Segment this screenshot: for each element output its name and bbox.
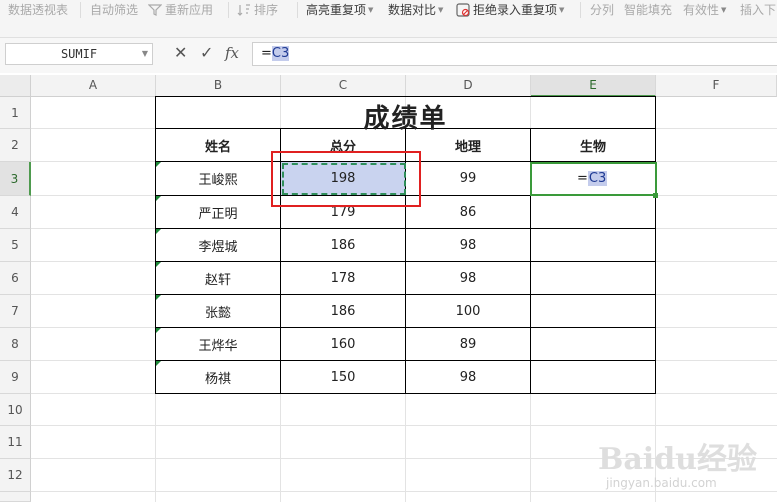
watermark: Baidu经验 jingyan.baidu.com: [598, 428, 774, 498]
ribbon-separator: [80, 2, 81, 18]
cell-total[interactable]: 178: [281, 262, 405, 294]
cell-name[interactable]: 赵轩: [156, 262, 280, 294]
row-header-6[interactable]: 6: [0, 262, 31, 295]
cell-total[interactable]: 160: [281, 328, 405, 360]
row-header-5[interactable]: 5: [0, 229, 31, 262]
confirm-icon[interactable]: ✓: [200, 44, 213, 62]
reject-duplicates-button[interactable]: 拒绝录入重复项 ▼: [456, 0, 564, 20]
chevron-down-icon[interactable]: ▼: [142, 44, 148, 64]
error-indicator-icon[interactable]: [156, 229, 161, 234]
row-header-12[interactable]: 12: [0, 459, 31, 492]
header-biology[interactable]: 生物: [531, 129, 655, 161]
validation-button[interactable]: 有效性 ▼: [683, 0, 726, 20]
cell-total[interactable]: 150: [281, 361, 405, 393]
row-header-3[interactable]: 3: [0, 162, 31, 196]
formula-bar: SUMIF ▼ ✕ ✓ fx =C3: [0, 38, 777, 73]
row-header-8[interactable]: 8: [0, 328, 31, 361]
formula-reference: C3: [271, 46, 290, 61]
cell-name[interactable]: 严正明: [156, 196, 280, 228]
error-indicator-icon[interactable]: [156, 162, 161, 167]
cell-name[interactable]: 李煜城: [156, 229, 280, 261]
cell-geography[interactable]: 86: [406, 196, 530, 228]
column-header-a[interactable]: A: [31, 75, 156, 97]
select-all-corner[interactable]: [0, 75, 31, 97]
row-header-11[interactable]: 11: [0, 426, 31, 459]
dropdown-arrow-icon: ▼: [559, 6, 565, 14]
ribbon-toolbar: 数据透视表 自动筛选 重新应用 排序 高亮重复项 ▼ 数据对比 ▼ 拒绝录入重复项 ▼…: [0, 0, 777, 38]
error-indicator-icon[interactable]: [156, 196, 161, 201]
dropdown-arrow-icon: ▼: [721, 6, 727, 14]
annotation-highlight-box: [271, 151, 421, 207]
cell-geography[interactable]: 98: [406, 361, 530, 393]
cell-name[interactable]: 张懿: [156, 295, 280, 327]
row-header-2[interactable]: 2: [0, 129, 31, 162]
error-indicator-icon[interactable]: [156, 361, 161, 366]
sort-button[interactable]: 排序: [237, 0, 278, 20]
table-border: [655, 96, 656, 394]
sheet-title[interactable]: 成绩单: [156, 97, 655, 134]
fill-handle[interactable]: [653, 193, 658, 198]
cell-geography[interactable]: 89: [406, 328, 530, 360]
column-header-d[interactable]: D: [406, 75, 531, 97]
name-box[interactable]: SUMIF ▼: [5, 43, 153, 65]
error-indicator-icon[interactable]: [156, 328, 161, 333]
dropdown-arrow-icon: ▼: [368, 6, 374, 14]
watermark-url: jingyan.baidu.com: [606, 476, 717, 490]
row-header-9[interactable]: 9: [0, 361, 31, 394]
cell-name[interactable]: 王烨华: [156, 328, 280, 360]
cell-geography[interactable]: 98: [406, 262, 530, 294]
gridline: [31, 425, 777, 426]
ribbon-separator: [297, 2, 298, 18]
header-geography[interactable]: 地理: [406, 129, 530, 161]
row-header-1[interactable]: 1: [0, 97, 31, 129]
row-header-10[interactable]: 10: [0, 394, 31, 426]
data-compare-button[interactable]: 数据对比 ▼: [388, 0, 443, 20]
error-indicator-icon[interactable]: [156, 262, 161, 267]
cell-total[interactable]: 186: [281, 229, 405, 261]
column-header-f[interactable]: F: [656, 75, 777, 97]
text-to-columns-button[interactable]: 分列: [590, 0, 614, 20]
column-header-b[interactable]: B: [156, 75, 281, 97]
cell-name[interactable]: 杨祺: [156, 361, 280, 393]
cell-geography[interactable]: 100: [406, 295, 530, 327]
watermark-main: Baidu经验: [598, 442, 757, 477]
error-indicator-icon[interactable]: [156, 295, 161, 300]
cancel-icon[interactable]: ✕: [174, 44, 187, 62]
highlight-duplicates-button[interactable]: 高亮重复项 ▼: [306, 0, 373, 20]
column-header-e[interactable]: E: [531, 75, 656, 97]
ribbon-separator: [580, 2, 581, 18]
auto-filter-button[interactable]: 自动筛选: [90, 0, 138, 20]
pivot-table-button[interactable]: 数据透视表: [8, 0, 68, 20]
column-header-c[interactable]: C: [281, 75, 406, 97]
cell-geography[interactable]: 98: [406, 229, 530, 261]
insert-function-icon[interactable]: fx: [225, 44, 239, 62]
formula-input[interactable]: =C3: [252, 42, 777, 66]
cell-total[interactable]: 186: [281, 295, 405, 327]
header-name[interactable]: 姓名: [156, 129, 280, 161]
row-header-4[interactable]: 4: [0, 196, 31, 229]
ribbon-separator: [228, 2, 229, 18]
cell-name[interactable]: 王峻熙: [156, 162, 280, 195]
reject-duplicate-icon: [456, 3, 470, 17]
dropdown-arrow-icon: ▼: [438, 6, 444, 14]
cell-geography[interactable]: 99: [406, 162, 530, 195]
row-header-7[interactable]: 7: [0, 295, 31, 328]
reapply-button[interactable]: 重新应用: [148, 0, 213, 20]
insert-dropdown-button[interactable]: 插入下: [740, 0, 776, 20]
row-header-13[interactable]: [0, 492, 31, 502]
filter-icon: [148, 4, 162, 16]
flash-fill-button[interactable]: 智能填充: [624, 0, 672, 20]
active-cell-border: [530, 162, 657, 196]
sort-icon: [237, 4, 250, 16]
